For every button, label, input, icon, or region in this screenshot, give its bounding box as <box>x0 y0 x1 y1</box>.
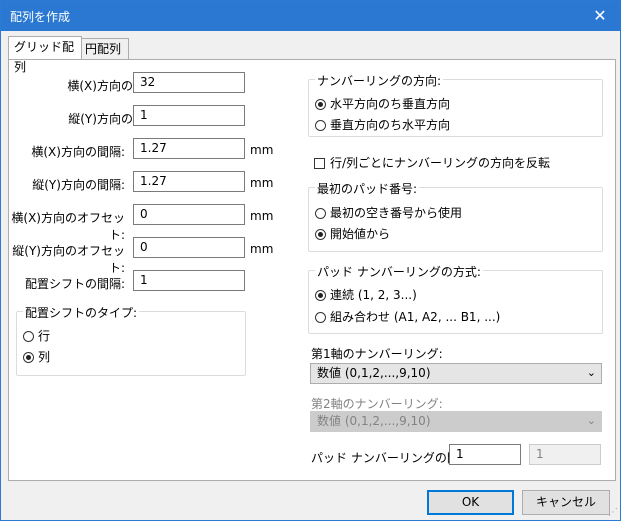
tab-circular-array[interactable]: 円配列 <box>79 38 129 60</box>
count-y-input[interactable]: 1 <box>133 105 245 126</box>
chevron-down-icon: ⌄ <box>586 414 596 427</box>
offset-y-unit: mm <box>250 242 274 256</box>
close-icon[interactable]: ✕ <box>580 1 620 31</box>
combination-label: 組み合わせ (A1, A2, ... B1, ...) <box>330 310 501 324</box>
first-pad-group: 最初のパッド番号: 最初の空き番号から使用 開始値から <box>308 180 603 252</box>
spacing-y-label: 縦(Y)方向の間隔: <box>32 178 125 192</box>
stagger-input[interactable]: 1 <box>133 270 245 291</box>
start-secondary-input[interactable]: 1 <box>529 444 601 465</box>
stagger-column-radio[interactable]: 列 <box>23 349 50 365</box>
stagger-type-title: 配置シフトのタイプ: <box>23 304 140 321</box>
numbering-scheme-group: パッド ナンバーリングの方式: 連続 (1, 2, 3...) 組み合わせ (A… <box>308 263 603 334</box>
spacing-x-label: 横(X)方向の間隔: <box>31 145 125 159</box>
array-dialog: 配列を作成 ✕ グリッド配列 円配列 横(X)方向の数: 32 縦(Y)方向の数… <box>0 0 621 521</box>
radio-off-icon <box>315 208 326 219</box>
stagger-column-label: 列 <box>38 350 51 364</box>
first-free-radio[interactable]: 最初の空き番号から使用 <box>315 205 462 221</box>
reverse-numbering-checkbox[interactable]: 行/列ごとにナンバーリングの方向を反転 <box>314 154 550 171</box>
from-start-radio[interactable]: 開始値から <box>315 226 390 242</box>
offset-x-label: 横(X)方向のオフセット: <box>11 211 125 242</box>
vertical-first-label: 垂直方向のち水平方向 <box>330 118 451 132</box>
offset-y-label: 縦(Y)方向のオフセット: <box>12 244 125 275</box>
combination-radio[interactable]: 組み合わせ (A1, A2, ... B1, ...) <box>315 309 500 325</box>
chevron-down-icon: ⌄ <box>586 366 596 379</box>
continuous-label: 連続 (1, 2, 3...) <box>330 288 417 302</box>
tab-grid-array[interactable]: グリッド配列 <box>8 36 82 74</box>
stagger-row-radio[interactable]: 行 <box>23 328 50 344</box>
numbering-direction-group: ナンバーリングの方向: 水平方向のち垂直方向 垂直方向のち水平方向 <box>308 72 603 137</box>
radio-off-icon <box>315 120 326 131</box>
ok-button[interactable]: OK <box>427 490 514 515</box>
spacing-y-unit: mm <box>250 176 274 190</box>
radio-on-icon <box>315 99 326 110</box>
count-y-label: 縦(Y)方向の数: <box>68 112 149 126</box>
radio-off-icon <box>23 331 34 342</box>
axis2-label: 第2軸のナンバーリング: <box>311 397 443 411</box>
radio-off-icon <box>315 312 326 323</box>
checkbox-icon <box>314 158 325 169</box>
stagger-type-group: 配置シフトのタイプ: 行 列 <box>16 304 246 376</box>
stagger-label: 配置シフトの間隔: <box>24 277 125 291</box>
offset-y-input[interactable]: 0 <box>133 237 245 258</box>
from-start-label: 開始値から <box>330 227 391 241</box>
spacing-x-input[interactable]: 1.27 <box>133 138 245 159</box>
cancel-button[interactable]: キャンセル <box>522 490 610 515</box>
horizontal-first-label: 水平方向のち垂直方向 <box>330 97 451 111</box>
numbering-scheme-title: パッド ナンバーリングの方式: <box>315 263 483 280</box>
grid-tab-panel: 横(X)方向の数: 32 縦(Y)方向の数: 1 横(X)方向の間隔: 1.27… <box>8 59 616 481</box>
stagger-row-label: 行 <box>38 329 51 343</box>
vertical-first-radio[interactable]: 垂直方向のち水平方向 <box>315 117 450 133</box>
axis1-value: 数値 (0,1,2,...,9,10) <box>317 366 431 380</box>
offset-x-unit: mm <box>250 209 274 223</box>
count-x-input[interactable]: 32 <box>133 72 245 93</box>
radio-on-icon <box>315 229 326 240</box>
horizontal-first-radio[interactable]: 水平方向のち垂直方向 <box>315 96 450 112</box>
window-title: 配列を作成 <box>10 10 71 24</box>
axis2-select[interactable]: 数値 (0,1,2,...,9,10) ⌄ <box>310 411 602 432</box>
numbering-direction-title: ナンバーリングの方向: <box>315 72 444 89</box>
first-free-label: 最初の空き番号から使用 <box>330 206 463 220</box>
spacing-y-input[interactable]: 1.27 <box>133 171 245 192</box>
title-bar: 配列を作成 ✕ <box>1 1 620 31</box>
offset-x-input[interactable]: 0 <box>133 204 245 225</box>
reverse-numbering-label: 行/列ごとにナンバーリングの方向を反転 <box>330 156 551 170</box>
resize-grip-icon[interactable]: ⋰ <box>608 507 618 518</box>
count-x-label: 横(X)方向の数: <box>67 79 149 93</box>
radio-on-icon <box>23 352 34 363</box>
radio-on-icon <box>315 290 326 301</box>
continuous-radio[interactable]: 連続 (1, 2, 3...) <box>315 287 417 303</box>
first-pad-title: 最初のパッド番号: <box>315 180 420 197</box>
spacing-x-unit: mm <box>250 143 274 157</box>
axis1-select[interactable]: 数値 (0,1,2,...,9,10) ⌄ <box>310 363 602 384</box>
start-primary-input[interactable]: 1 <box>449 444 521 465</box>
axis1-label: 第1軸のナンバーリング: <box>311 347 443 361</box>
axis2-value: 数値 (0,1,2,...,9,10) <box>317 414 431 428</box>
